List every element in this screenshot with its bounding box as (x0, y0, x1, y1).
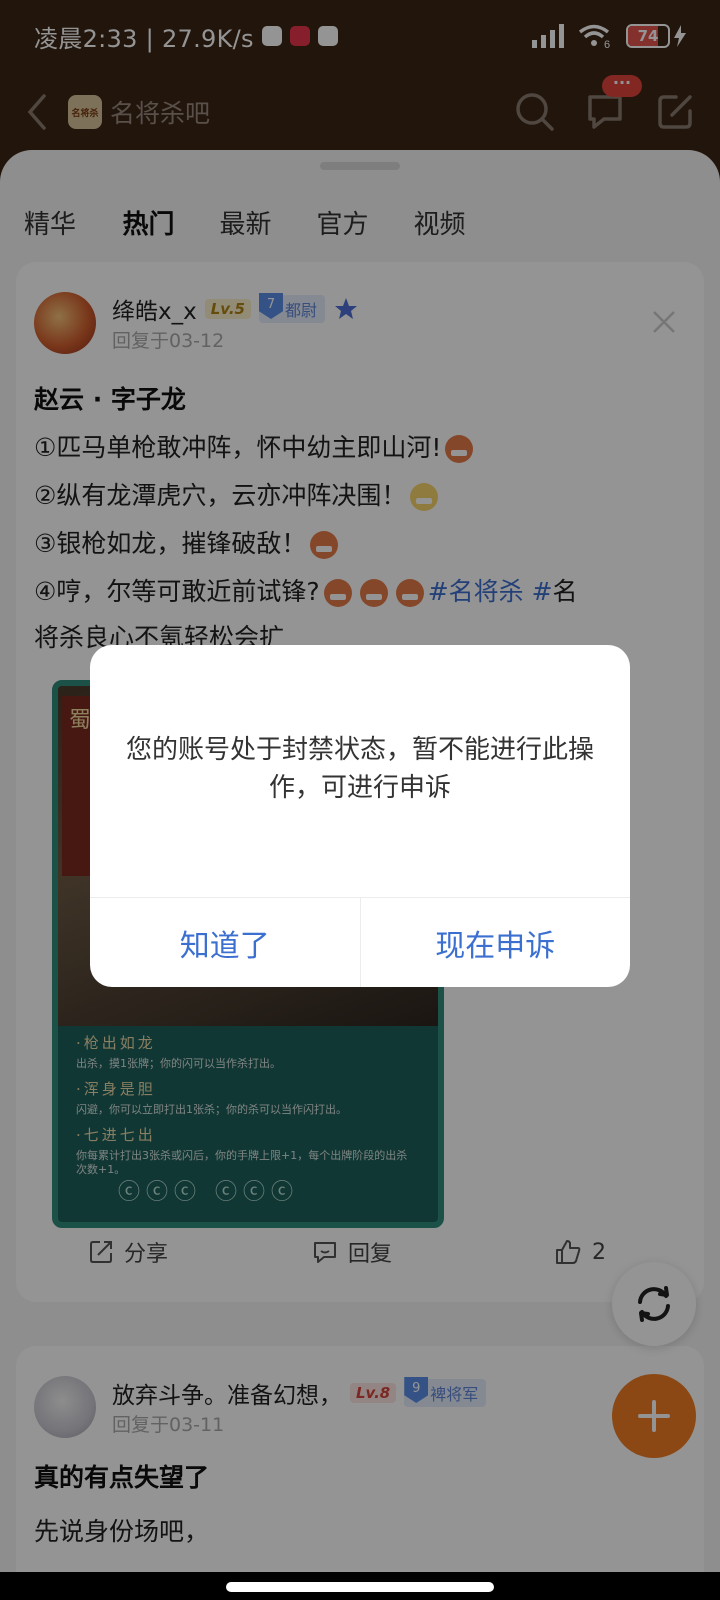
dialog-message: 您的账号处于封禁状态，暂不能进行此操作，可进行申诉 (125, 735, 594, 803)
ban-notice-dialog: 您的账号处于封禁状态，暂不能进行此操作，可进行申诉 知道了 现在申诉 (90, 645, 630, 987)
appeal-now-button[interactable]: 现在申诉 (359, 898, 631, 987)
home-indicator[interactable] (226, 1582, 494, 1592)
acknowledge-button[interactable]: 知道了 (90, 898, 360, 987)
dialog-buttons: 知道了 现在申诉 (90, 897, 630, 987)
